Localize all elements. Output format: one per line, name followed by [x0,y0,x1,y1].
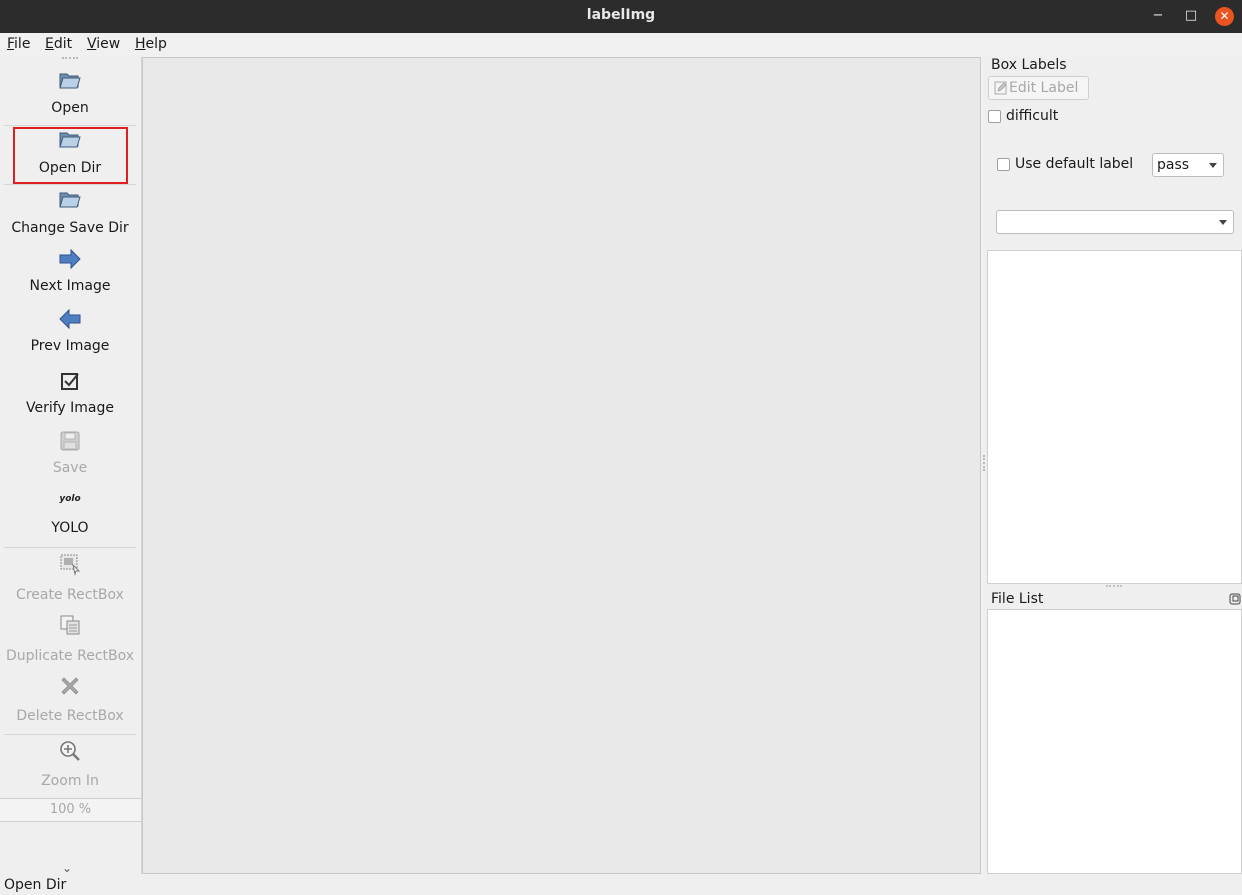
folder-open-icon [59,192,81,208]
minimize-button[interactable]: − [1148,6,1168,26]
menu-bar: File Edit View Help [0,33,1242,57]
use-default-label-checkbox[interactable] [997,158,1010,171]
toolbar-extension-chevron-icon[interactable]: ⌄ [62,861,72,875]
prev-image-label: Prev Image [30,338,110,354]
zoom-in-button[interactable]: Zoom In [2,739,138,795]
menu-edit[interactable]: Edit [45,36,72,52]
verify-image-label: Verify Image [25,400,114,416]
edit-pencil-icon [994,81,1007,95]
status-bar: Open Dir [0,874,1242,895]
edit-label-button[interactable]: Edit Label [988,76,1089,100]
use-default-label-text: Use default label [1015,156,1134,172]
close-button[interactable]: ✕ [1215,7,1234,26]
default-label-value: pass [1157,157,1190,173]
menu-view[interactable]: View [87,36,120,52]
next-image-label: Next Image [29,278,111,294]
menu-help-mnemonic: H [135,36,146,52]
label-filter-combo[interactable] [996,210,1234,234]
maximize-button[interactable]: □ [1181,6,1201,26]
zoom-in-label: Zoom In [41,773,99,789]
dock-splitter-handle[interactable] [983,455,986,471]
chevron-down-icon [1219,220,1227,225]
box-labels-title: Box Labels [991,57,1067,73]
toolbar-grip[interactable] [62,57,78,61]
change-save-dir-label: Change Save Dir [11,220,129,236]
duplicate-rectbox-button[interactable]: Duplicate RectBox [2,613,138,669]
menu-help-label: elp [145,36,167,52]
toolbar-separator [4,184,136,185]
difficult-label: difficult [1006,108,1059,124]
verify-image-button[interactable]: Verify Image [2,367,138,423]
menu-help[interactable]: Help [135,36,167,52]
image-canvas[interactable] [142,57,981,874]
folder-open-icon [59,73,81,89]
duplicate-rectbox-label: Duplicate RectBox [5,648,135,664]
menu-file-label: ile [14,36,31,52]
delete-rectbox-button[interactable]: Delete RectBox [2,673,138,729]
save-button[interactable]: Save [2,427,138,483]
yolo-label: YOLO [51,520,89,536]
save-label: Save [52,460,88,476]
change-save-dir-button[interactable]: Change Save Dir [2,187,138,243]
create-rect-icon [60,554,81,576]
file-list[interactable] [987,609,1242,874]
toolbar-separator [4,125,136,126]
file-list-title: File List [991,591,1044,607]
create-rectbox-label: Create RectBox [16,587,124,603]
yolo-format-icon: yolo [59,494,81,504]
toolbar-separator [4,547,136,548]
zoom-value-field[interactable]: 100 % [0,798,141,822]
toolbar-separator [4,734,136,735]
edit-label-text: Edit Label [1009,80,1079,96]
menu-view-label: iew [96,36,121,52]
create-rectbox-button[interactable]: Create RectBox [2,551,138,607]
open-dir-highlight-box [13,127,128,184]
difficult-checkbox[interactable] [988,110,1001,123]
zoom-in-icon [60,741,80,761]
duplicate-icon [60,615,80,635]
arrow-left-icon [59,308,81,330]
undock-float-icon[interactable] [1229,593,1241,605]
status-message: Open Dir [4,877,67,893]
chevron-down-icon [1209,163,1217,168]
checkbox-check-icon [61,373,79,390]
delete-x-icon [61,677,79,695]
floppy-disk-icon [60,431,80,451]
open-button[interactable]: Open [2,65,138,121]
window-title: labelImg [586,7,656,23]
arrow-right-icon [59,248,81,270]
prev-image-button[interactable]: Prev Image [2,305,138,361]
menu-view-mnemonic: V [87,36,97,52]
delete-rectbox-label: Delete RectBox [16,708,124,724]
next-image-button[interactable]: Next Image [2,245,138,301]
box-labels-list[interactable] [987,250,1242,584]
menu-file[interactable]: File [7,36,30,52]
menu-file-mnemonic: F [7,36,15,52]
menu-edit-mnemonic: E [45,36,54,52]
yolo-format-button[interactable]: yolo YOLO [2,487,138,543]
window-titlebar: labelImg − □ ✕ [0,0,1242,33]
panel-splitter-handle[interactable] [1106,585,1122,588]
open-label: Open [51,100,89,116]
default-label-combo[interactable]: pass [1152,153,1224,177]
menu-edit-label: dit [53,36,73,52]
